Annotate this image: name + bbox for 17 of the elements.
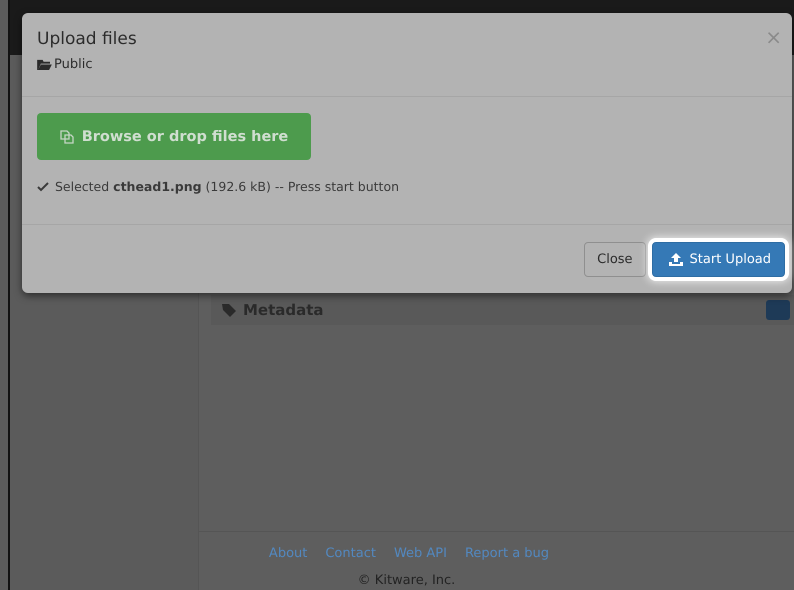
footer-link[interactable]: Web API [394,546,447,561]
close-button[interactable]: × [763,25,784,49]
upload-icon [668,252,683,266]
folder-name: Public [54,57,92,72]
add-button[interactable] [766,300,790,320]
browse-button[interactable]: Browse or drop files here [37,113,311,160]
check-icon [37,182,49,192]
files-icon [60,130,74,144]
dialog-title: Upload files [37,29,137,49]
status-text: Selected cthead1.png (192.6 kB) -- Press start button [55,179,400,194]
footer-link[interactable]: About [268,546,308,561]
folder-icon [37,59,52,70]
tag-icon [221,302,237,318]
close-button[interactable]: Close [584,242,646,276]
footer-link[interactable]: Report a bug [464,546,550,561]
footer-link[interactable]: Contact [325,546,376,561]
copyright-text: © Kitware, Inc. [358,573,456,588]
